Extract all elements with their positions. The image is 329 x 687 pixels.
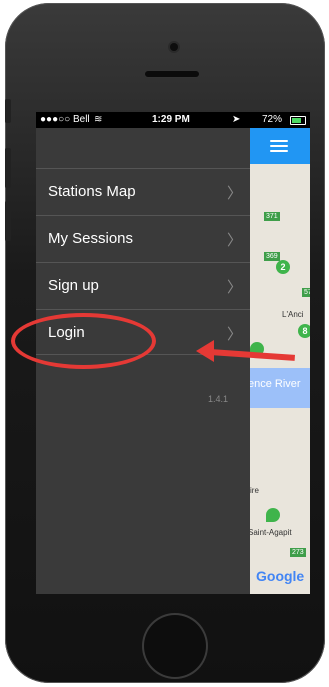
menu-item-my-sessions[interactable]: My Sessions 〉	[36, 215, 250, 261]
menu-item-stations-map[interactable]: Stations Map 〉	[36, 168, 250, 214]
battery-icon	[290, 116, 306, 125]
front-camera	[170, 43, 178, 51]
app-version: 1.4.1	[208, 394, 229, 404]
route-shield: 371	[264, 212, 280, 221]
carrier-label: ●●●○○ Bell	[40, 114, 90, 125]
hamburger-menu-icon[interactable]	[270, 140, 288, 152]
menu-item-label: My Sessions	[48, 230, 134, 247]
status-bar: ●●●○○ Bell ≋ 1:29 PM ➤ 72%	[36, 112, 310, 128]
river-label: ence River	[250, 378, 301, 390]
route-shield: 369	[264, 252, 280, 261]
map-place-label: ire	[250, 486, 259, 495]
chevron-right-icon: 〉	[226, 326, 242, 343]
mute-switch	[5, 99, 11, 123]
map-place-label: L'Anci	[282, 310, 304, 319]
station-pin-icon[interactable]	[266, 508, 280, 522]
chevron-right-icon: 〉	[226, 279, 242, 296]
location-icon: ➤	[232, 114, 241, 125]
wifi-icon: ≋	[94, 114, 103, 125]
app-bar	[250, 128, 310, 164]
volume-up-button	[5, 148, 11, 188]
menu-item-label: Sign up	[48, 277, 99, 294]
volume-down-button	[5, 201, 11, 241]
menu-item-sign-up[interactable]: Sign up 〉	[36, 262, 250, 308]
earpiece-speaker	[145, 71, 199, 77]
chevron-right-icon: 〉	[226, 232, 242, 249]
chevron-right-icon: 〉	[226, 185, 242, 202]
map-view[interactable]: 371 369 57 2 L'Anci 8 ence River ire Sai…	[250, 128, 310, 594]
highlight-circle	[11, 313, 156, 369]
home-button[interactable]	[144, 615, 206, 677]
google-logo: Google	[256, 568, 305, 584]
route-shield: 273	[290, 548, 306, 557]
map-place-label: Saint-Agapit	[250, 528, 292, 537]
arrow-head-icon	[196, 340, 214, 362]
menu-item-label: Stations Map	[48, 183, 136, 200]
station-cluster-marker[interactable]: 2	[276, 260, 290, 274]
clock: 1:29 PM	[152, 114, 190, 125]
route-shield: 57	[302, 288, 310, 297]
station-cluster-marker[interactable]: 8	[298, 324, 310, 338]
battery-percent: 72%	[262, 114, 283, 125]
